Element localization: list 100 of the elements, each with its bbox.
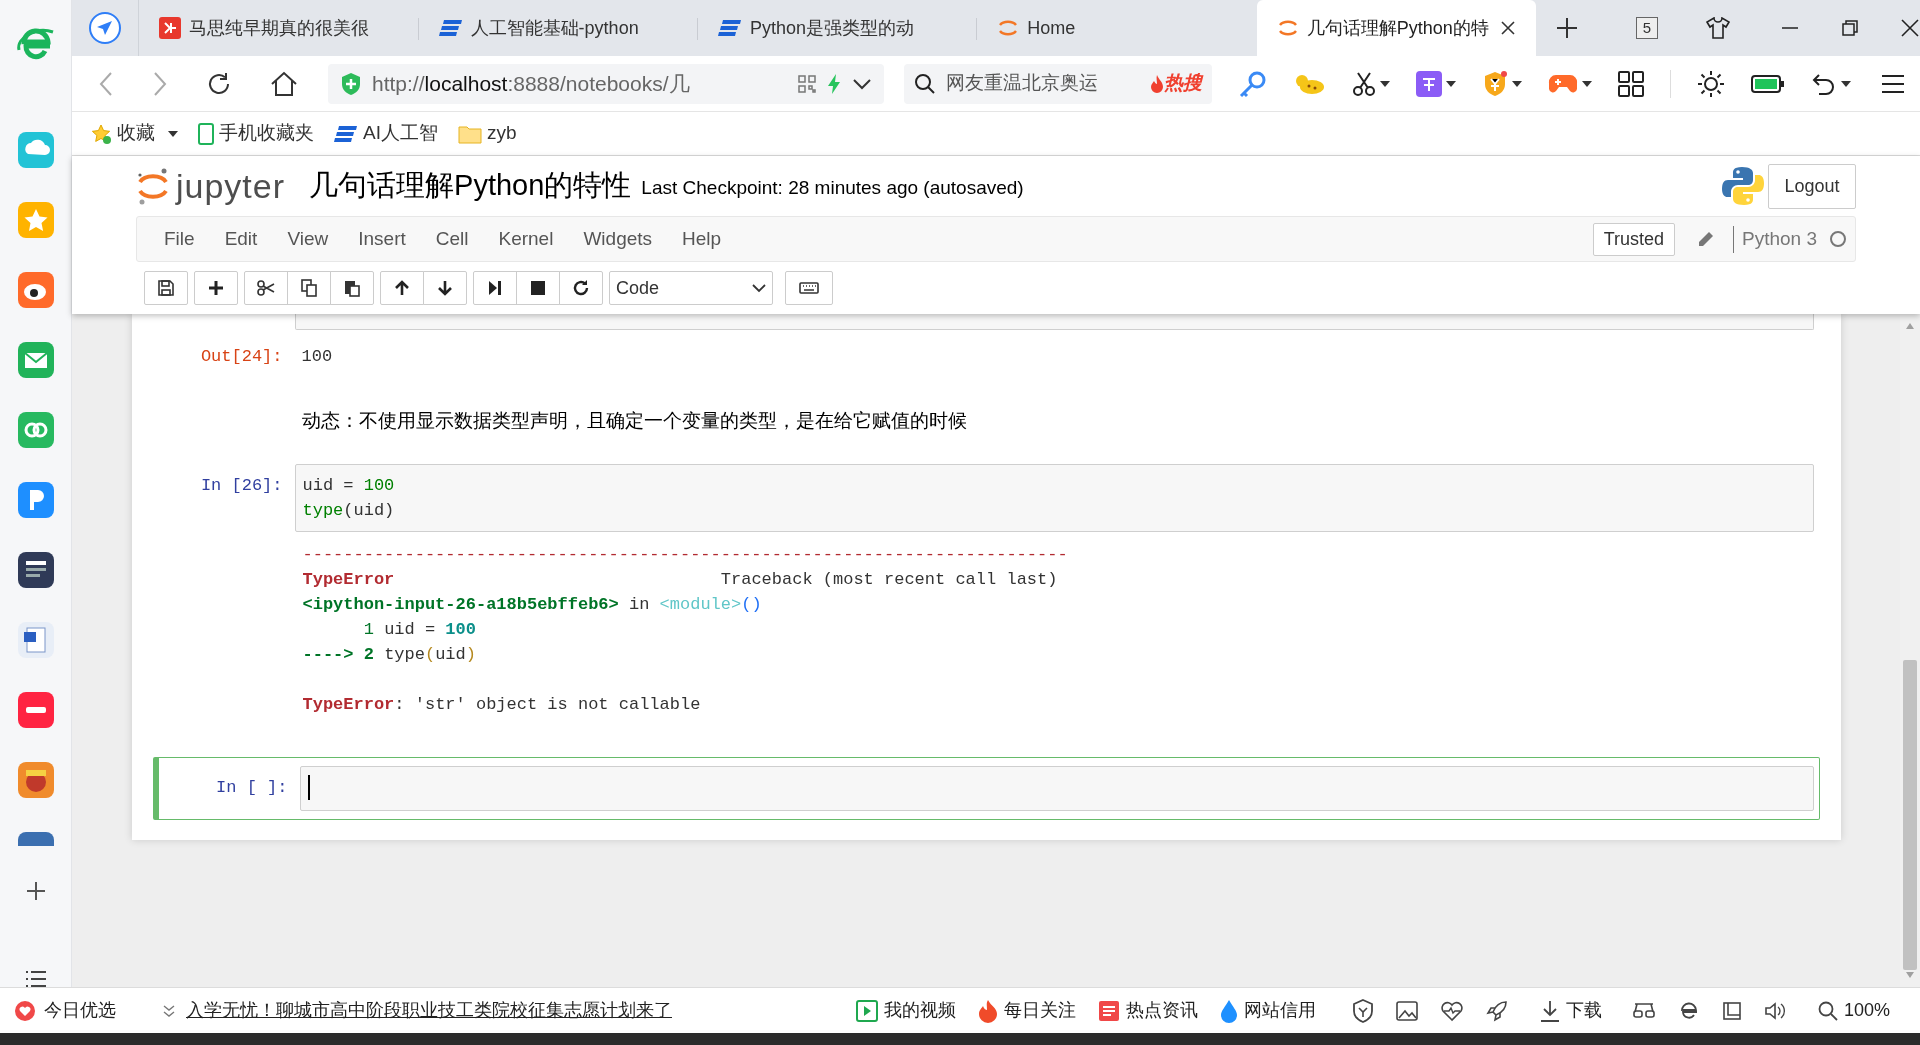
home-icon[interactable]	[270, 70, 298, 97]
qr-code-icon[interactable]	[798, 74, 816, 93]
browser-tab[interactable]: 人工智能基础-python	[418, 0, 698, 56]
insert-cell-button[interactable]	[194, 271, 238, 305]
move-up-button[interactable]	[380, 271, 424, 305]
restore-icon[interactable]	[1840, 18, 1860, 38]
ring-app-icon[interactable]	[17, 412, 54, 448]
shield-icon[interactable]	[1351, 998, 1374, 1023]
browser-tab[interactable]: 马思纯早期真的很美很	[139, 0, 419, 56]
code-line: TypeError: 'str' object is not callable	[302, 693, 702, 716]
status-link[interactable]: 我的视频	[855, 997, 956, 1024]
menu-item[interactable]: Kernel	[483, 224, 569, 254]
new-tab-plus-icon[interactable]	[1556, 17, 1578, 39]
menu-item[interactable]: Cell	[420, 224, 484, 254]
pill-app-icon[interactable]	[17, 692, 54, 728]
mountain-app-icon[interactable]	[17, 832, 54, 846]
p-app-icon[interactable]	[17, 482, 54, 518]
keyboard-button[interactable]	[785, 271, 833, 305]
brightness-icon[interactable]	[1697, 69, 1725, 98]
code-input[interactable]: uid = 100 type(uid)	[294, 463, 1814, 532]
search-field[interactable]: 网友重温北京奥运 热搜	[904, 63, 1212, 104]
image-icon[interactable]	[1395, 1000, 1418, 1021]
translate-icon[interactable]	[1416, 70, 1442, 97]
code-cell-input[interactable]	[294, 314, 1814, 330]
move-down-button[interactable]	[423, 271, 467, 305]
jupyter-logo-text[interactable]: jupyter	[176, 160, 286, 212]
grid-icon[interactable]	[1618, 70, 1644, 97]
menu-item[interactable]: Help	[667, 224, 737, 254]
menu-item[interactable]: File	[149, 224, 210, 254]
newspaper-app-icon[interactable]	[17, 552, 54, 588]
slanted-bars-logo-icon	[334, 124, 358, 143]
browser-tab[interactable]: 几句话理解Python的特	[1256, 0, 1536, 56]
menu-item[interactable]: Edit	[209, 224, 273, 254]
game-app-icon[interactable]	[17, 762, 54, 798]
flame-icon	[1150, 73, 1164, 94]
bookmark-item[interactable]: AI人工智	[334, 119, 438, 148]
glasses-icon[interactable]	[1631, 1000, 1656, 1021]
bookmark-item[interactable]: zyb	[457, 119, 517, 148]
zoom-icon	[1817, 1000, 1838, 1021]
stop-button[interactable]	[516, 271, 560, 305]
scissors-icon[interactable]	[1352, 70, 1376, 97]
tab-count-button[interactable]: 5	[1636, 17, 1658, 39]
caret-icon[interactable]	[1841, 80, 1851, 87]
address-bar[interactable]: http://localhost:8888/notebooks/几	[328, 63, 884, 104]
cut-button[interactable]	[244, 271, 288, 305]
bookmark-item[interactable]: 手机收藏夹	[198, 119, 314, 148]
paste-button[interactable]	[330, 271, 374, 305]
status-link[interactable]: 每日关注	[977, 997, 1076, 1024]
scrollbar-thumb[interactable]	[1903, 660, 1917, 970]
caret-icon[interactable]	[168, 130, 178, 137]
window-close-icon[interactable]	[1900, 18, 1920, 38]
chevron-down-icon[interactable]	[852, 77, 872, 90]
list-icon[interactable]	[24, 970, 47, 988]
shield-coin-icon[interactable]	[1482, 69, 1508, 98]
browser-tab[interactable]: Home	[977, 0, 1257, 56]
eye-app-icon[interactable]	[17, 272, 54, 308]
logout-button[interactable]: Logout	[1768, 163, 1856, 209]
cell-type-dropdown[interactable]: Code	[609, 271, 773, 305]
browser-tab[interactable]: Python是强类型的动	[697, 0, 978, 56]
caret-icon[interactable]	[1512, 80, 1522, 87]
envelope-app-icon[interactable]	[17, 342, 54, 378]
menu-icon[interactable]	[1881, 73, 1905, 94]
notebook-title[interactable]: 几句话理解Python的特性	[309, 164, 632, 208]
menu-item[interactable]: Insert	[343, 224, 421, 254]
restart-button[interactable]	[559, 271, 603, 305]
save-button[interactable]	[144, 271, 188, 305]
close-icon[interactable]	[1500, 20, 1516, 36]
window-icon[interactable]	[1721, 1000, 1742, 1021]
status-link[interactable]: 网站信用	[1219, 997, 1316, 1024]
document-app-icon[interactable]	[17, 622, 54, 658]
copy-button[interactable]	[287, 271, 331, 305]
caret-icon[interactable]	[1380, 80, 1390, 87]
shirt-icon[interactable]	[1706, 17, 1730, 39]
bookmark-item[interactable]: 收藏	[90, 119, 178, 148]
download-button[interactable]: 下载	[1539, 997, 1602, 1024]
menu-item[interactable]: View	[272, 224, 344, 254]
caret-icon[interactable]	[1446, 80, 1456, 87]
move-down-icon	[435, 278, 455, 298]
heart-pulse-icon[interactable]	[1439, 999, 1464, 1022]
speaker-icon[interactable]	[1763, 1000, 1786, 1021]
plus-icon[interactable]	[24, 880, 47, 902]
reload-icon[interactable]	[206, 70, 232, 97]
battery-icon[interactable]	[1751, 73, 1785, 94]
slanted-bars-logo-icon	[438, 19, 463, 37]
caret-icon[interactable]	[1582, 80, 1592, 87]
status-link[interactable]: 热点资讯	[1097, 997, 1198, 1024]
star-app-icon[interactable]	[17, 202, 54, 238]
pencil-icon[interactable]	[1697, 230, 1715, 248]
trusted-button[interactable]: Trusted	[1592, 222, 1675, 256]
zoom-button[interactable]: 100%	[1817, 997, 1890, 1024]
news-link[interactable]: 入学无忧！聊城市高中阶段职业技工类院校征集志愿计划来了	[186, 997, 672, 1024]
menu-item[interactable]: Widgets	[568, 224, 668, 254]
checkpoint-status: Last Checkpoint: 28 minutes ago (autosaved)	[641, 175, 1024, 200]
run-button[interactable]	[473, 271, 517, 305]
double-chevron-icon[interactable]	[162, 1003, 176, 1018]
rocket-icon[interactable]	[1485, 999, 1508, 1022]
markdown-text: 动态：不使用显示数据类型声明，且确定一个变量的类型，是在给它赋值的时候	[300, 409, 967, 433]
featured-link[interactable]: 今日优选	[14, 997, 116, 1024]
code-cell[interactable]: In [ ]:	[152, 756, 1820, 820]
code-input[interactable]	[299, 765, 1814, 811]
